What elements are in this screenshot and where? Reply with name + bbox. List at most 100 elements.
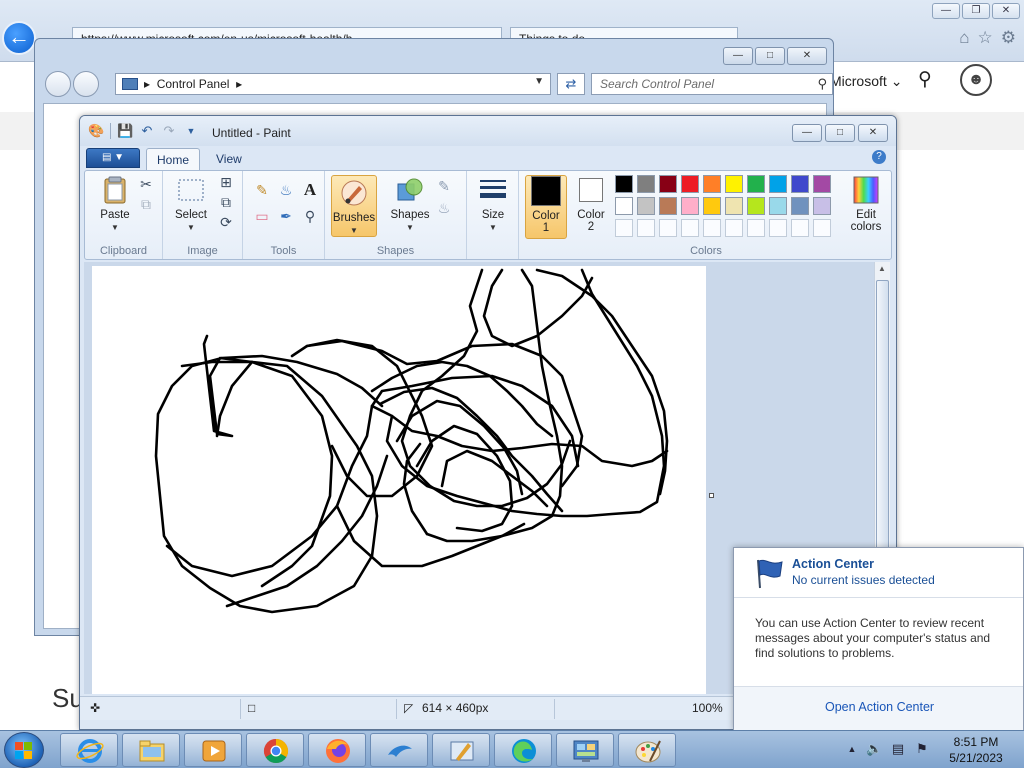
palette-swatch[interactable]	[747, 175, 765, 193]
palette-swatch[interactable]	[637, 175, 655, 193]
palette-swatch[interactable]	[681, 175, 699, 193]
home-icon[interactable]: ⌂	[959, 28, 969, 48]
taskbar-firefox[interactable]	[308, 733, 366, 767]
palette-swatch[interactable]	[769, 175, 787, 193]
eraser-icon[interactable]: ▭	[253, 207, 271, 225]
edit-colors-button[interactable]: Edit colors	[843, 175, 889, 233]
taskbar-file-explorer[interactable]	[122, 733, 180, 767]
breadcrumb-control-panel[interactable]: Control Panel	[157, 77, 230, 91]
fill-bucket-icon[interactable]: ♨	[277, 181, 295, 199]
scroll-up-icon[interactable]: ▲	[878, 264, 886, 273]
pencil-icon[interactable]: ✎	[253, 181, 271, 199]
taskbar-chrome[interactable]	[246, 733, 304, 767]
taskbar-paint-net[interactable]	[432, 733, 490, 767]
palette-swatch[interactable]	[769, 219, 787, 237]
shape-fill-icon[interactable]: ♨	[435, 199, 453, 217]
taskbar-internet-explorer[interactable]	[60, 733, 118, 767]
tab-home[interactable]: Home	[146, 148, 201, 170]
taskbar-edge[interactable]	[494, 733, 552, 767]
start-button[interactable]	[4, 732, 44, 768]
paint-menu-button[interactable]: ▤ ▼	[86, 148, 140, 168]
action-center-tray-icon[interactable]: ⚑	[914, 741, 930, 757]
palette-swatch[interactable]	[659, 219, 677, 237]
minimize-icon[interactable]: —	[792, 124, 822, 142]
taskbar-dolphin[interactable]	[370, 733, 428, 767]
restore-icon[interactable]: ❐	[962, 3, 990, 19]
maximize-icon[interactable]: □	[825, 124, 855, 142]
palette-swatch[interactable]	[725, 175, 743, 193]
palette-swatch[interactable]	[659, 197, 677, 215]
palette-swatch[interactable]	[659, 175, 677, 193]
palette-swatch[interactable]	[681, 219, 699, 237]
undo-icon[interactable]: ↶	[139, 123, 155, 139]
palette-swatch[interactable]	[637, 219, 655, 237]
network-icon[interactable]: ▤	[890, 741, 906, 757]
help-icon[interactable]: ?	[872, 150, 886, 164]
settings-gear-icon[interactable]: ⚙	[1001, 28, 1016, 48]
palette-swatch[interactable]	[615, 219, 633, 237]
text-tool-icon[interactable]: A	[301, 181, 319, 199]
close-icon[interactable]: ✕	[858, 124, 888, 142]
palette-swatch[interactable]	[769, 197, 787, 215]
back-icon[interactable]	[45, 71, 71, 97]
search-icon[interactable]: ⚲	[817, 76, 827, 92]
palette-swatch[interactable]	[725, 219, 743, 237]
outline-icon[interactable]: ✎	[435, 177, 453, 195]
palette-swatch[interactable]	[791, 219, 809, 237]
palette-swatch[interactable]	[813, 175, 831, 193]
cut-icon[interactable]: ✂	[137, 175, 155, 193]
paint-titlebar[interactable]: 🎨 💾 ↶ ↷ ▼ Untitled - Paint — □ ✕	[80, 116, 896, 146]
minimize-icon[interactable]: —	[932, 3, 960, 19]
forward-icon[interactable]	[73, 71, 99, 97]
color2-button[interactable]: Color 2	[571, 175, 611, 233]
tab-view[interactable]: View	[206, 148, 252, 170]
color1-button[interactable]: Color 1	[525, 175, 567, 239]
close-icon[interactable]: ✕	[992, 3, 1020, 19]
site-brand-menu[interactable]: Microsoft ⌄	[830, 73, 902, 90]
size-button[interactable]: Size ▼	[473, 175, 513, 232]
account-avatar-icon[interactable]: ☻	[960, 64, 992, 96]
favorites-star-icon[interactable]: ☆	[978, 28, 993, 48]
taskbar-control-panel[interactable]	[556, 733, 614, 767]
system-clock[interactable]: 8:51 PM 5/21/2023	[940, 734, 1012, 766]
palette-swatch[interactable]	[813, 219, 831, 237]
close-icon[interactable]: ✕	[787, 47, 827, 65]
palette-swatch[interactable]	[703, 175, 721, 193]
resize-icon[interactable]: ⧉	[217, 193, 235, 211]
palette-swatch[interactable]	[681, 197, 699, 215]
control-panel-titlebar[interactable]: — □ ✕	[35, 39, 833, 69]
palette-swatch[interactable]	[703, 197, 721, 215]
magnifier-icon[interactable]: ⚲	[301, 207, 319, 225]
copy-icon[interactable]: ⧉	[137, 195, 155, 213]
search-input[interactable]: Search Control Panel ⚲	[591, 73, 833, 95]
palette-swatch[interactable]	[747, 219, 765, 237]
open-action-center-link[interactable]: Open Action Center	[825, 700, 934, 714]
shapes-button[interactable]: Shapes ▼	[387, 175, 433, 232]
crop-icon[interactable]: ⊞	[217, 173, 235, 191]
redo-icon[interactable]: ↷	[161, 123, 177, 139]
palette-swatch[interactable]	[725, 197, 743, 215]
rotate-icon[interactable]: ⟳	[217, 213, 235, 231]
palette-swatch[interactable]	[703, 219, 721, 237]
palette-swatch[interactable]	[791, 197, 809, 215]
brushes-button[interactable]: Brushes ▼	[331, 175, 377, 237]
maximize-icon[interactable]: □	[755, 47, 785, 65]
address-bar[interactable]: ▸ Control Panel ▸ ▼	[115, 73, 551, 95]
canvas-resize-handle[interactable]	[709, 493, 714, 498]
palette-swatch[interactable]	[791, 175, 809, 193]
drawing-canvas[interactable]	[92, 266, 706, 694]
paste-button[interactable]: Paste ▼	[95, 175, 135, 232]
palette-swatch[interactable]	[813, 197, 831, 215]
show-hidden-icons-icon[interactable]: ▲	[844, 741, 860, 757]
address-dropdown-icon[interactable]: ▼	[534, 76, 544, 87]
site-search-icon[interactable]: ⚲	[918, 68, 932, 91]
minimize-icon[interactable]: —	[723, 47, 753, 65]
customize-qat-icon[interactable]: ▼	[183, 123, 199, 139]
taskbar-media-player[interactable]	[184, 733, 242, 767]
palette-swatch[interactable]	[637, 197, 655, 215]
palette-swatch[interactable]	[615, 197, 633, 215]
back-arrow-icon[interactable]: ←	[2, 21, 36, 55]
palette-swatch[interactable]	[747, 197, 765, 215]
taskbar-paint[interactable]	[618, 733, 676, 767]
color-picker-icon[interactable]: ✒	[277, 207, 295, 225]
